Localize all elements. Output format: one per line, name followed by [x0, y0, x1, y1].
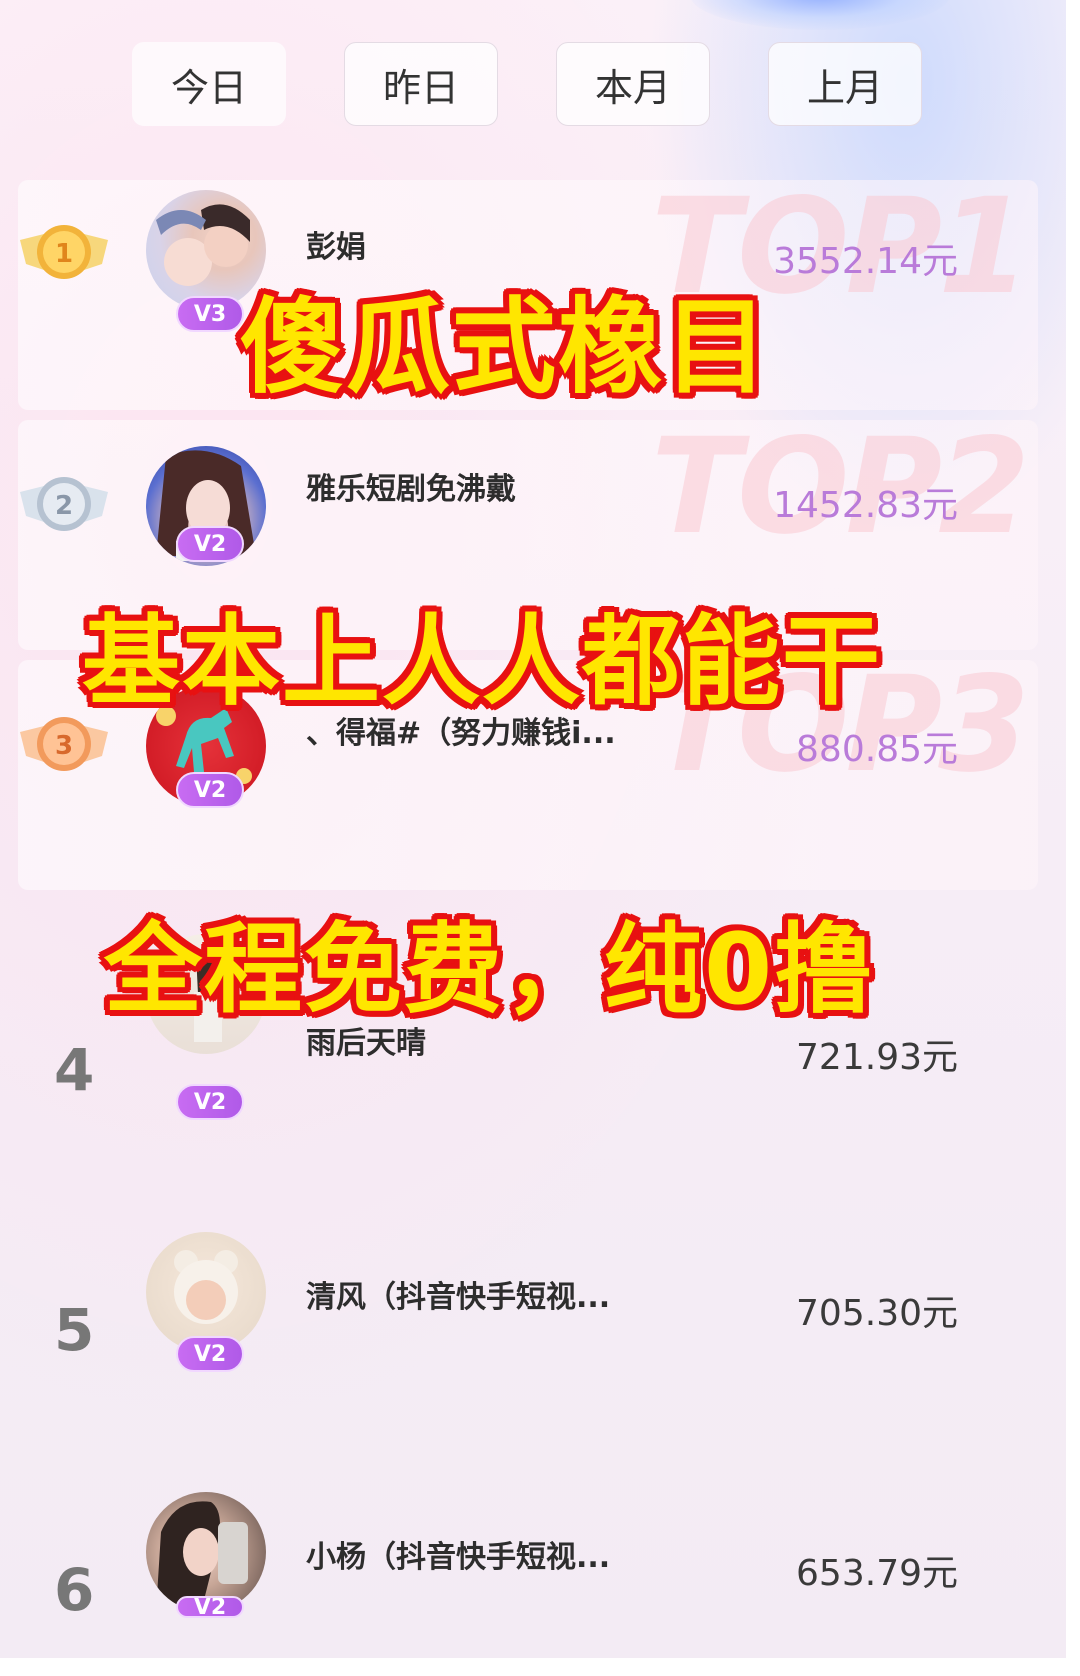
earnings-amount: 1452.83元 [773, 485, 958, 526]
avatar[interactable] [146, 1232, 266, 1352]
user-name: 清风（抖音快手短视... [306, 1280, 611, 1315]
level-badge: V2 [176, 1336, 244, 1372]
gold-medal-icon: 1 [20, 225, 108, 279]
level-badge: V2 [176, 1084, 244, 1120]
tab-last-month[interactable]: 上月 [768, 42, 922, 126]
level-badge: V3 [176, 296, 244, 332]
top-glow-decoration [690, 0, 950, 30]
svg-text:2: 2 [55, 491, 73, 521]
level-badge: V2 [176, 1596, 244, 1618]
svg-text:1: 1 [55, 239, 73, 269]
tab-yesterday[interactable]: 昨日 [344, 42, 498, 126]
level-badge: V2 [176, 526, 244, 562]
ranking-row-6[interactable]: 6 V2 小杨（抖音快手短视... 653.79元 [18, 1420, 1038, 1650]
user-name: 彭娟 [306, 230, 366, 265]
overlay-caption-3: 全程免费，纯0撸 [104, 913, 875, 1027]
user-name: 小杨（抖音快手短视... [306, 1540, 611, 1575]
earnings-amount: 705.30元 [796, 1293, 958, 1334]
silver-medal-icon: 2 [20, 477, 108, 531]
avatar[interactable] [146, 1492, 266, 1612]
rank-number: 4 [54, 1036, 95, 1104]
earnings-amount: 880.85元 [796, 729, 958, 770]
earnings-amount: 721.93元 [796, 1037, 958, 1078]
tab-this-month[interactable]: 本月 [556, 42, 710, 126]
overlay-caption-2: 基本上人人都能干 [82, 605, 883, 719]
earnings-amount: 3552.14元 [773, 241, 958, 282]
overlay-caption-1: 傻瓜式橡目 [240, 286, 771, 408]
right-border [1066, 0, 1080, 1676]
svg-text:3: 3 [55, 731, 73, 761]
rank-number: 5 [54, 1296, 95, 1364]
level-badge: V2 [176, 772, 244, 808]
user-name: 雅乐短剧免沸戴 [306, 472, 516, 507]
rank-number: 6 [54, 1556, 95, 1624]
bottom-border [0, 1658, 1080, 1676]
ranking-row-5[interactable]: 5 V2 清风（抖音快手短视... 705.30元 [18, 1160, 1038, 1390]
app-screen: 今日 昨日 本月 上月 TOP1 1 V3 彭娟 3552.14元 TOP2 2… [0, 0, 1066, 1676]
earnings-amount: 653.79元 [796, 1553, 958, 1594]
tab-today[interactable]: 今日 [132, 42, 286, 126]
period-tabs: 今日 昨日 本月 上月 [132, 42, 926, 128]
